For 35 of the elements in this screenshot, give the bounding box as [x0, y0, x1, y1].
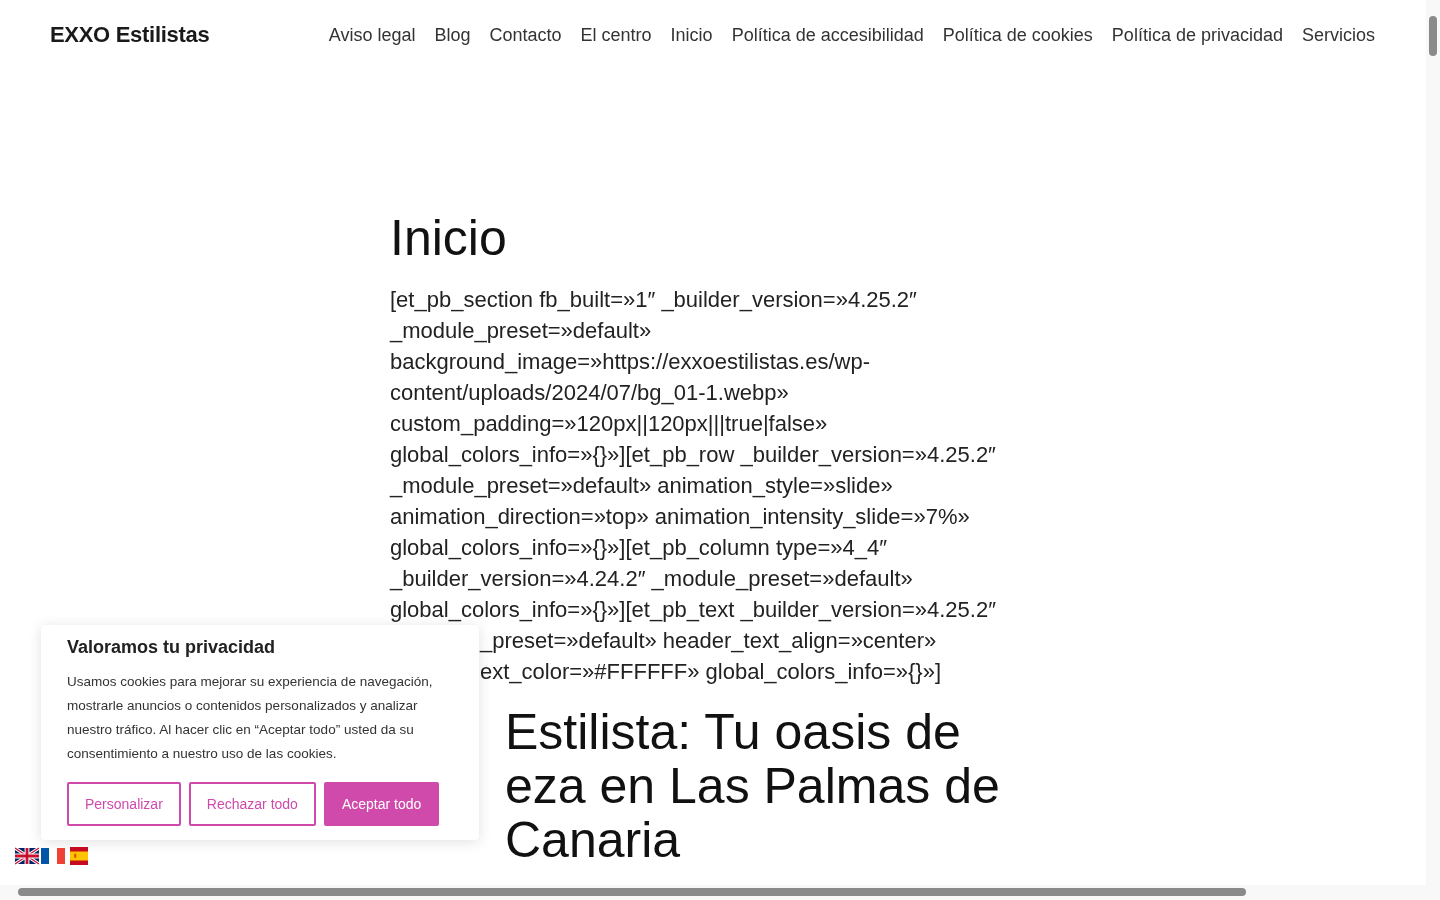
banner-title: Valoramos tu privacidad	[67, 637, 277, 658]
shortcode-text: [et_pb_section fb_built=»1″ _builder_version=»4.25.2″	[390, 286, 917, 314]
shortcode-text: background_image=»https://exxoestilistas.es/wp-	[390, 348, 870, 376]
nav-link[interactable]: El centro	[580, 24, 652, 46]
shortcode-text: global_colors_info=»{}»][et_pb_row _builder_version=»4.25.2″	[390, 441, 996, 469]
british-flag-icon[interactable]	[15, 847, 39, 865]
nav-link[interactable]: Política de cookies	[942, 24, 1093, 46]
shortcode-text: _module_preset=»default»	[390, 317, 652, 345]
shortcode-text: _builder_version=»4.24.2″ _module_preset=»default»	[390, 565, 913, 593]
shortcode-text: ext_color=»#FFFFFF» global_colors_info=»{}»]	[480, 658, 942, 686]
accept-button[interactable]: Aceptar todo	[323, 782, 440, 826]
banner-text: Usamos cookies para mejorar su experiencia de navegación, mostrarle anuncios o contenidos personalizados y analizar nuestro tráfico. Al hacer clic en “Aceptar todo” usted da su consentimiento a nuestro uso de las cookies.	[67, 673, 434, 763]
shortcode-text: global_colors_info=»{}»][et_pb_text _builder_version=»4.25.2″	[390, 596, 996, 624]
page-title: Inicio	[390, 210, 508, 266]
nav-link[interactable]: Política de accesibilidad	[731, 24, 924, 46]
french-flag-icon[interactable]	[41, 847, 65, 865]
nav-link[interactable]: Contacto	[489, 24, 562, 46]
shortcode-text: _preset=»default» header_text_align=»center»	[480, 627, 937, 655]
site-logo[interactable]: EXXO Estilistas	[50, 22, 210, 48]
nav-link[interactable]: Blog	[434, 24, 471, 46]
shortcode-text: content/uploads/2024/07/bg_01-1.webp»	[390, 379, 789, 407]
heading-text: Estilista: Tu oasis de	[505, 705, 961, 759]
nav-link[interactable]: Servicios	[1301, 24, 1375, 46]
heading-text: eza en Las Palmas de	[505, 759, 1000, 813]
shortcode-text: _module_preset=»default» animation_style=»slide»	[390, 472, 893, 500]
shortcode-text: custom_padding=»120px||120px|||true|false»	[390, 410, 828, 438]
shortcode-text: animation_direction=»top» animation_intensity_slide=»7%»	[390, 503, 970, 531]
cookie-button[interactable]: Personalizar	[67, 782, 181, 826]
nav-link[interactable]: Aviso legal	[328, 24, 416, 46]
spanish-flag-icon[interactable]	[67, 847, 91, 865]
heading-text: Canaria	[505, 813, 681, 867]
shortcode-text: global_colors_info=»{}»][et_pb_column type=»4_4″	[390, 534, 888, 562]
cookie-button[interactable]: Rechazar todo	[188, 782, 316, 826]
nav-link[interactable]: Inicio	[670, 24, 713, 46]
nav-link[interactable]: Política de privacidad	[1111, 24, 1283, 46]
